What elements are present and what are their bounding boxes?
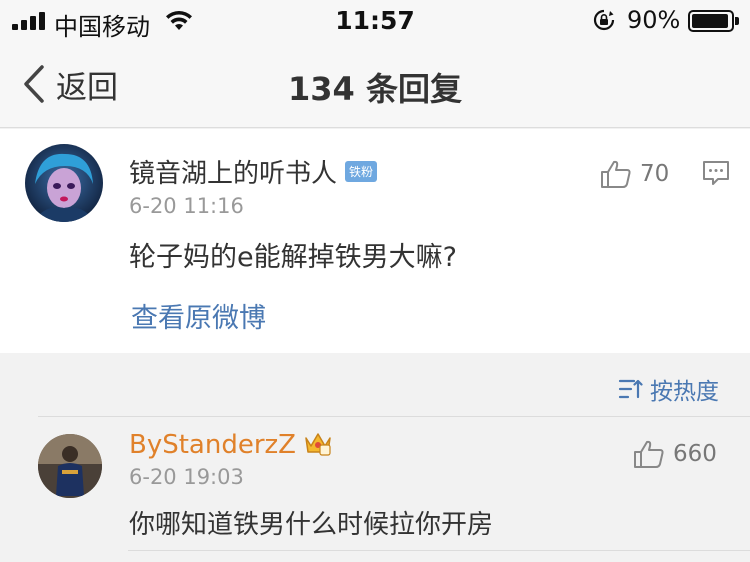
like-count: 70 [640,161,670,187]
fan-badge: 铁粉 [345,161,378,182]
avatar[interactable] [38,434,102,498]
avatar-image [38,434,102,498]
nav-bar: 返回 134 条回复 [0,40,750,128]
avatar-image [25,144,103,222]
reply-timestamp: 6-20 19:03 [129,465,244,489]
battery-percent: 90% [627,6,681,34]
page-title: 134 条回复 [288,70,462,108]
comment-timestamp: 6-20 11:16 [129,194,244,218]
divider [128,550,750,551]
reply-text: 你哪知道铁男什么时候拉你开房 [129,510,494,540]
rotation-lock-icon [593,9,615,31]
thumbs-up-icon [601,160,631,188]
reply-username[interactable]: ByStanderzZ [129,430,332,460]
thumbs-up-icon [634,440,664,468]
status-bar: 中国移动 11:57 90% [0,0,750,41]
comment-text: 轮子妈的e能解掉铁男大嘛? [129,242,457,273]
like-button[interactable]: 660 [633,439,717,469]
comment-username[interactable]: 镜音湖上的听书人 铁粉 [129,153,378,190]
comment-icon[interactable] [702,159,730,187]
sort-by-heat-button[interactable]: 按热度 [618,372,719,406]
like-button[interactable]: 70 [600,159,669,189]
username-text: ByStanderzZ [129,430,296,460]
sort-icon [618,379,643,399]
divider [38,416,750,417]
username-text: 镜音湖上的听书人 [129,159,338,189]
sort-label: 按热度 [650,379,719,405]
like-count: 660 [673,441,717,467]
avatar[interactable] [25,144,103,222]
crown-icon [305,432,331,456]
original-comment: 镜音湖上的听书人 铁粉 6-20 11:16 轮子妈的e能解掉铁男大嘛? 查看原微… [0,129,750,353]
battery-icon [688,10,739,32]
view-original-weibo-link[interactable]: 查看原微博 [131,296,266,335]
